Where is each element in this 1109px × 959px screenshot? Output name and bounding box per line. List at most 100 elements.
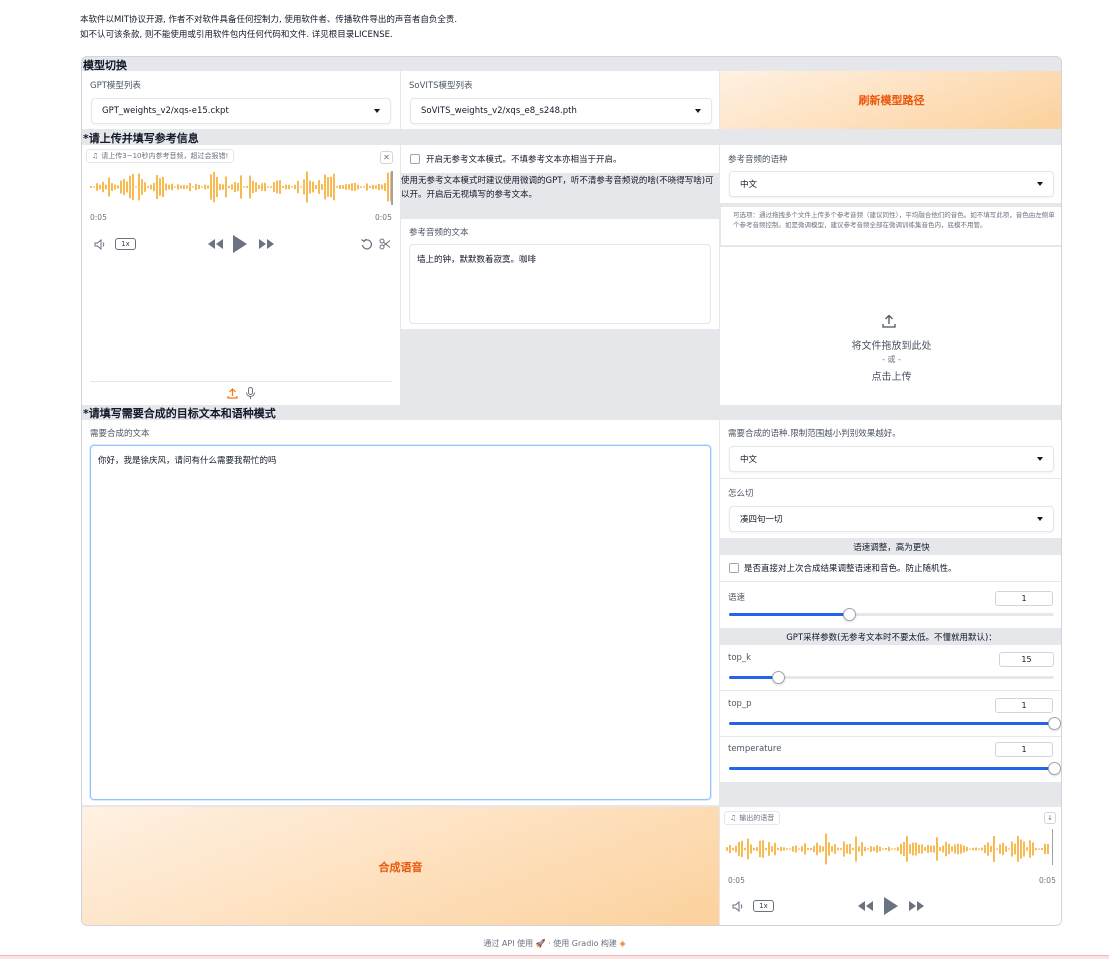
ref-lang-dropdown[interactable]: 中文: [729, 171, 1054, 197]
play-icon[interactable]: [883, 896, 899, 916]
playback-rate-button[interactable]: 1x: [115, 238, 136, 250]
gpt-model-dropdown[interactable]: GPT_weights_v2/xqs-e15.ckpt: [91, 98, 391, 124]
output-audio-chip: ♫ 输出的语音: [724, 811, 781, 825]
topk-panel: top_k 15: [720, 645, 1061, 690]
topk-label: top_k: [728, 653, 752, 663]
ref-lang-label: 参考音频的语种: [728, 155, 788, 165]
slider-fill: [729, 613, 850, 616]
refresh-models-button[interactable]: 刷新模型路径: [720, 71, 1061, 129]
speed-label: 语速: [728, 593, 746, 603]
license-notice-line2: 如不认可该条款, 则不能使用或引用软件包内任何代码和文件. 详见根目录LICEN…: [80, 30, 393, 40]
multi-ref-upload-area[interactable]: 将文件拖放到此处 - 或 - 点击上传: [720, 247, 1061, 405]
download-icon: ↓: [1047, 814, 1053, 822]
slider-thumb[interactable]: [771, 671, 785, 684]
rewind-icon[interactable]: [207, 237, 223, 251]
volume-icon[interactable]: [93, 237, 107, 251]
reference-section-title: *请上传并填写参考信息: [83, 132, 199, 145]
audio-time-total: 0:05: [375, 213, 392, 222]
speed-band: 语速调整，高为更快: [720, 539, 1061, 554]
target-text-input[interactable]: 你好，我是徐庆风，请问有什么需要我帮忙的吗: [90, 445, 711, 800]
cut-method-label: 怎么切: [728, 489, 754, 499]
fast-forward-icon[interactable]: [908, 899, 924, 913]
upload-icon: [881, 313, 897, 329]
upload-click-text: 点击上传: [871, 372, 912, 383]
gpt-model-label: GPT模型列表: [90, 81, 141, 91]
close-icon: ✕: [383, 153, 390, 162]
temperature-slider[interactable]: [729, 762, 1061, 775]
chevron-down-icon: [1037, 457, 1043, 461]
ref-lang-value: 中文: [740, 180, 758, 190]
output-time-current: 0:05: [728, 876, 745, 885]
upload-drop-text: 将文件拖放到此处: [851, 341, 932, 352]
no-ref-checkbox-panel: 开启无参考文本模式。不填参考文本亦相当于开启。: [401, 145, 719, 173]
no-ref-hint: 使用无参考文本模式时建议使用微调的GPT，听不清参考音频说的啥(不晓得写啥)可以…: [401, 176, 714, 200]
music-note-icon: ♫: [730, 814, 737, 822]
target-text-label: 需要合成的文本: [90, 429, 150, 439]
footer: 通过 API 使用 🚀 · 使用 Gradio 构建 ◈: [0, 938, 1109, 949]
temperature-number-input[interactable]: 1: [995, 742, 1053, 757]
cut-method-panel: 怎么切 凑四句一切: [720, 479, 1061, 538]
speed-checkbox-label: 是否直接对上次合成结果调整语速和音色。防止随机性。: [744, 564, 957, 574]
optional-hint: 可选项：通过拖拽多个文件上传多个参考音频（建议同性），平均融合他们的音色。如不填…: [733, 211, 1055, 229]
synthesize-button[interactable]: 合成语音: [82, 807, 719, 925]
chevron-down-icon: [374, 109, 380, 113]
reference-audio-panel: ♫ 请上传3~10秒内参考音频，超过会报错! ✕ 0:05 0:05 1x: [82, 145, 400, 405]
target-lang-value: 中文: [740, 455, 758, 465]
target-lang-dropdown[interactable]: 中文: [729, 446, 1054, 472]
slider-thumb[interactable]: [843, 608, 857, 621]
output-time-total: 0:05: [1039, 876, 1056, 885]
music-note-icon: ♫: [92, 152, 99, 160]
reference-audio-chip: ♫ 请上传3~10秒内参考音频，超过会报错!: [86, 149, 235, 163]
no-ref-checkbox-label: 开启无参考文本模式。不填参考文本亦相当于开启。: [426, 155, 622, 165]
topp-number-input[interactable]: 1: [995, 698, 1053, 713]
reset-icon[interactable]: [360, 237, 374, 251]
topk-number-input[interactable]: 15: [999, 652, 1054, 667]
ref-text-label: 参考音频的文本: [409, 228, 469, 238]
speed-checkbox-panel: 是否直接对上次合成结果调整语速和音色。防止随机性。: [720, 555, 1061, 581]
ref-text-input[interactable]: 墙上的钟，默默数着寂寞。咖啡: [409, 244, 711, 324]
scissors-icon[interactable]: [378, 237, 392, 251]
output-waveform[interactable]: [726, 831, 1051, 867]
slider-thumb[interactable]: [1048, 762, 1061, 775]
clear-audio-button[interactable]: ✕: [380, 151, 393, 164]
volume-icon[interactable]: [731, 899, 745, 913]
gradio-logo-icon: ◈: [619, 939, 626, 948]
gpt-model-value: GPT_weights_v2/xqs-e15.ckpt: [102, 106, 229, 116]
speed-number-input[interactable]: 1: [995, 591, 1053, 606]
cut-method-dropdown[interactable]: 凑四句一切: [729, 506, 1054, 532]
target-lang-label: 需要合成的语种.限制范围越小判别效果越好。: [728, 429, 901, 439]
audio-time-current: 0:05: [90, 213, 107, 222]
output-playback-rate-button[interactable]: 1x: [753, 900, 774, 912]
ref-lang-panel: 参考音频的语种 中文: [720, 145, 1061, 203]
upload-icon[interactable]: [225, 386, 239, 400]
microphone-icon[interactable]: [243, 386, 257, 400]
rewind-icon[interactable]: [857, 899, 873, 913]
target-text-panel: 需要合成的文本 你好，我是徐庆风，请问有什么需要我帮忙的吗: [82, 420, 719, 805]
target-section-title: *请填写需要合成的目标文本和语种模式: [83, 407, 276, 420]
chevron-down-icon: [1037, 517, 1043, 521]
topp-slider[interactable]: [729, 717, 1061, 730]
gpt-model-panel: GPT模型列表 GPT_weights_v2/xqs-e15.ckpt: [82, 71, 400, 129]
speed-slider-panel: 语速 1: [720, 582, 1061, 628]
sovits-model-label: SoVITS模型列表: [409, 81, 473, 91]
fast-forward-icon[interactable]: [258, 237, 274, 251]
reference-waveform[interactable]: [90, 167, 394, 207]
speed-slider[interactable]: [729, 608, 1054, 621]
main-form: 模型切换 GPT模型列表 GPT_weights_v2/xqs-e15.ckpt…: [81, 56, 1062, 926]
gpt-params-band: GPT采样参数(无参考文本时不要太低。不懂就用默认)：: [720, 629, 1061, 644]
optional-hint-panel: 可选项：通过拖拽多个文件上传多个参考音频（建议同性），平均融合他们的音色。如不填…: [720, 206, 1061, 246]
temperature-label: temperature: [728, 744, 782, 754]
no-ref-checkbox[interactable]: [410, 154, 420, 164]
slider-fill: [729, 722, 1054, 725]
bottom-bar: [0, 955, 1109, 959]
sovits-model-dropdown[interactable]: SoVITS_weights_v2/xqs_e8_s248.pth: [410, 98, 712, 124]
use-via-api-link[interactable]: 通过 API 使用: [483, 939, 533, 948]
speed-checkbox[interactable]: [729, 563, 739, 573]
play-icon[interactable]: [232, 234, 248, 254]
slider-thumb[interactable]: [1048, 717, 1061, 730]
chevron-down-icon: [695, 109, 701, 113]
built-with-gradio-link[interactable]: 使用 Gradio 构建: [553, 939, 617, 948]
download-button[interactable]: ↓: [1044, 812, 1056, 824]
topk-slider[interactable]: [729, 671, 1054, 684]
chevron-down-icon: [1037, 182, 1043, 186]
